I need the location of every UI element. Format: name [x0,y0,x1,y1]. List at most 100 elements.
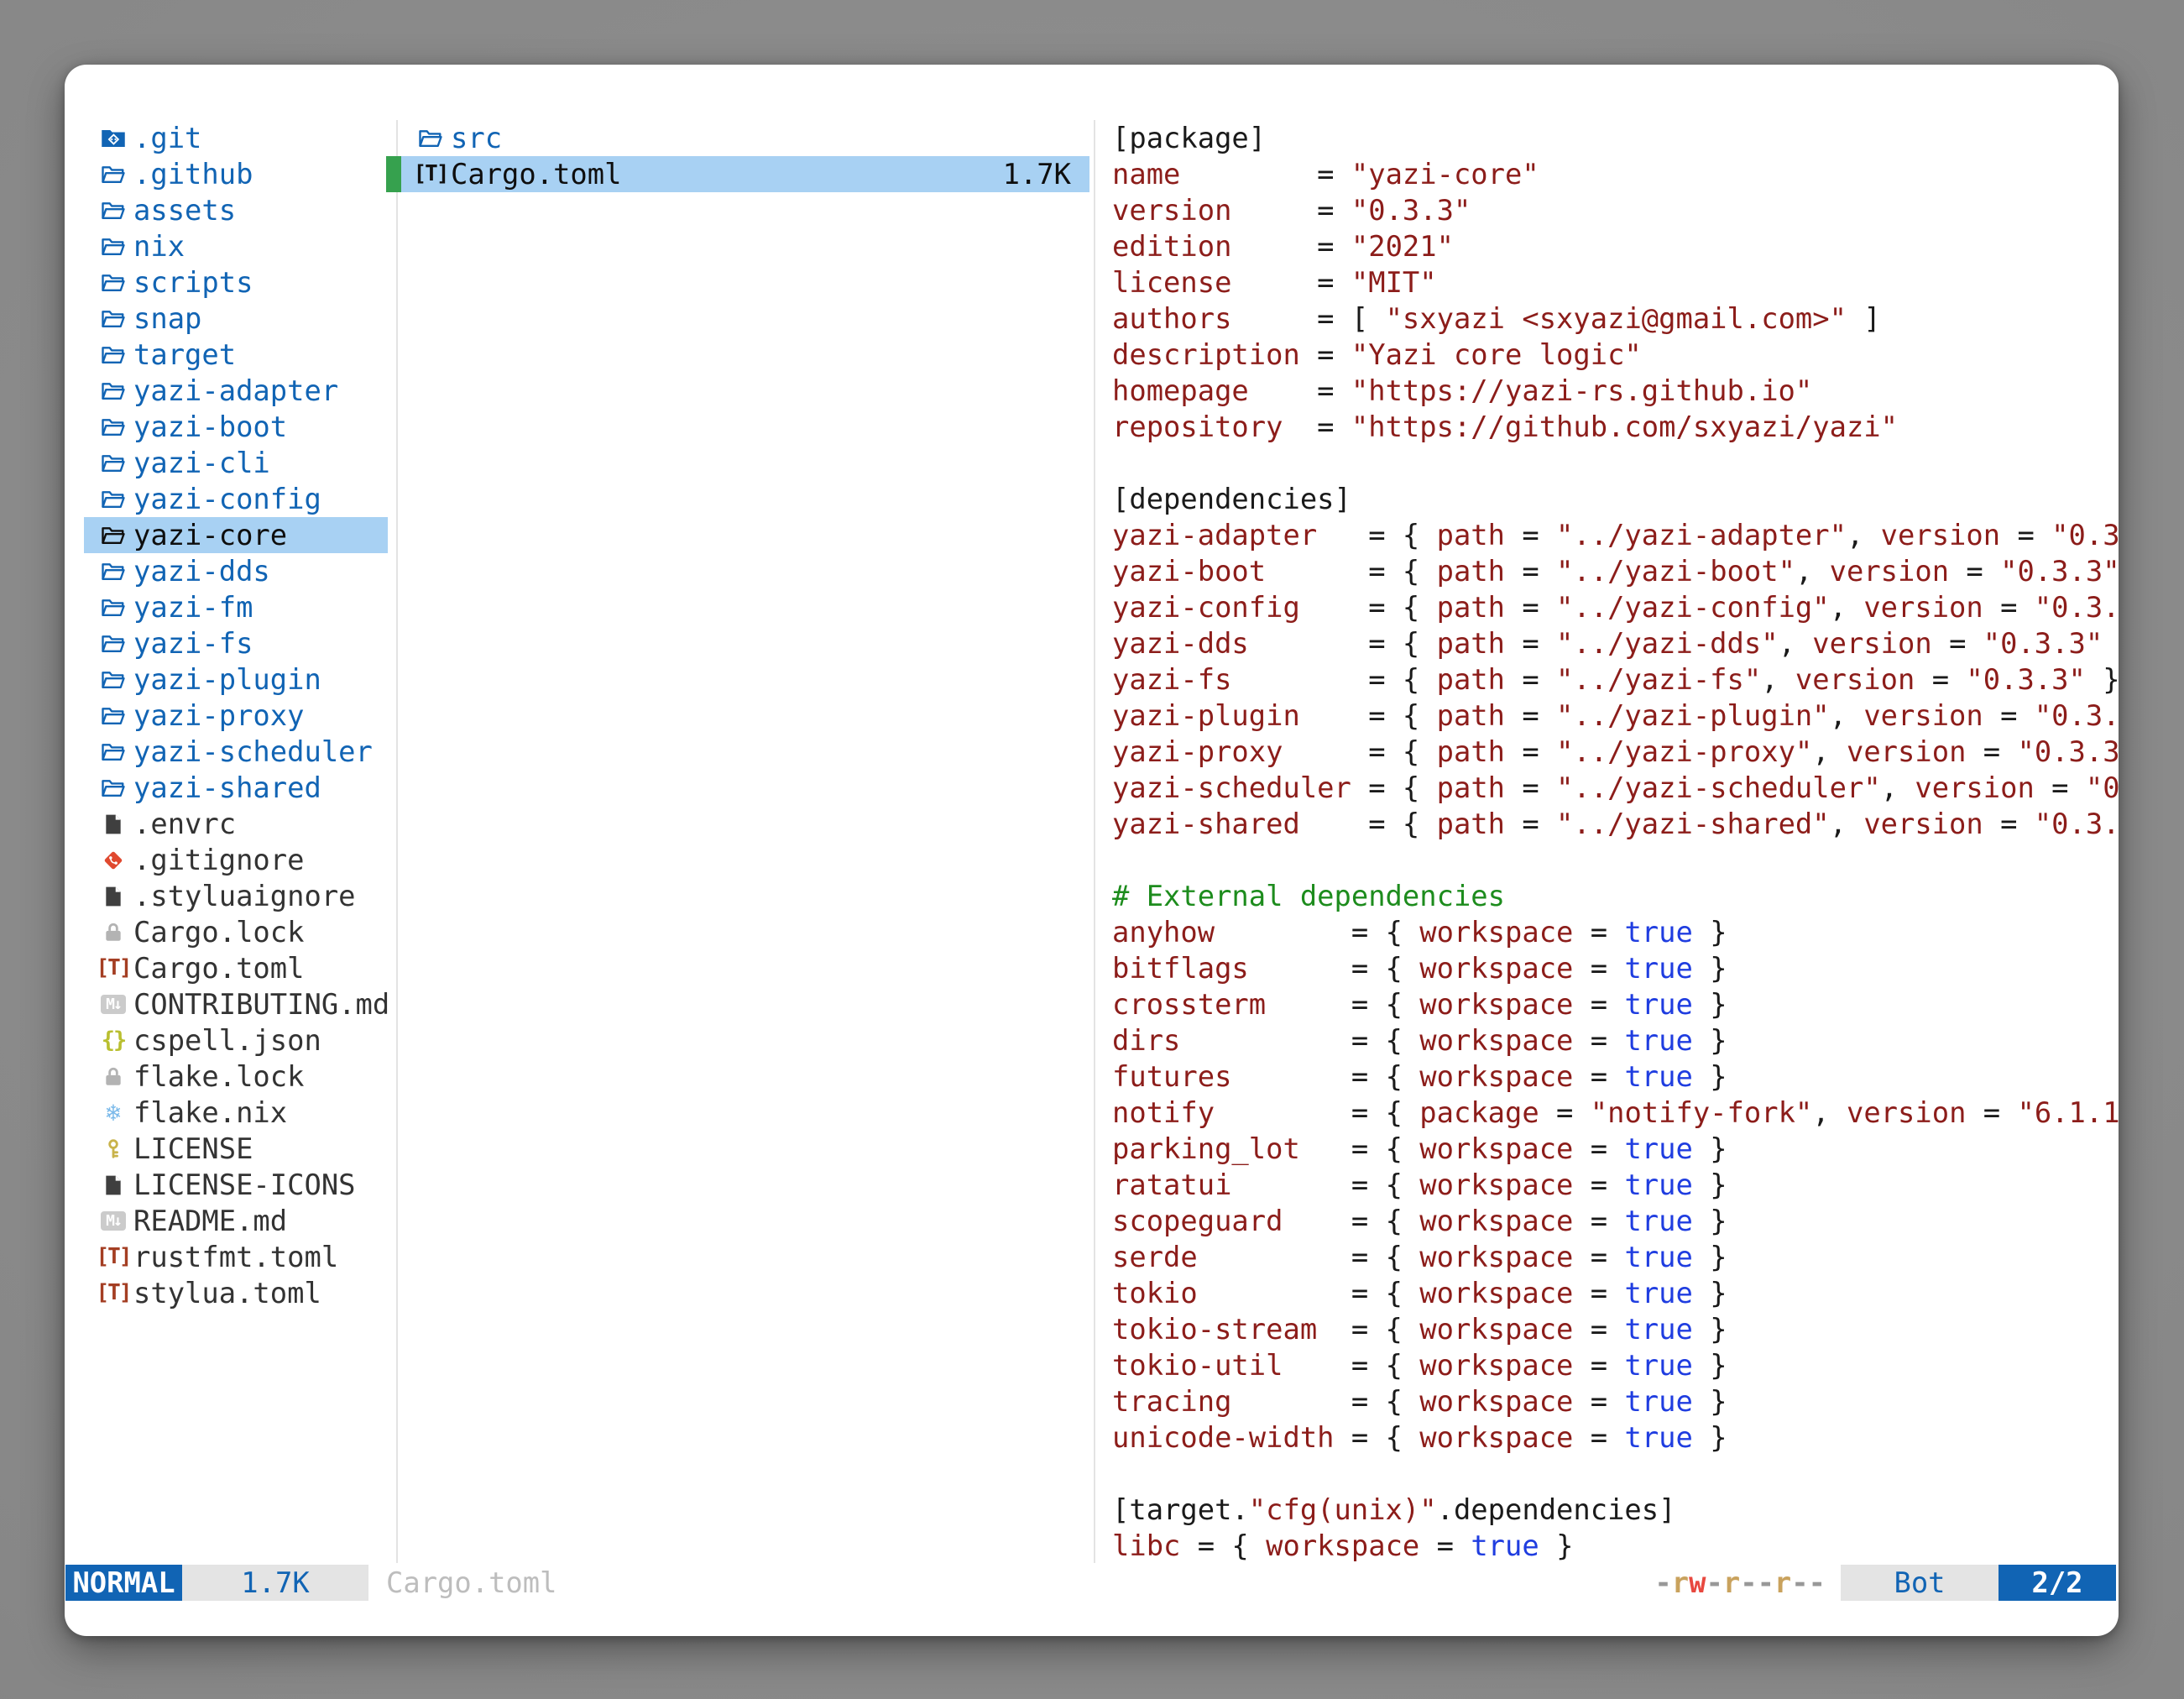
item-label: Cargo.toml [451,156,621,192]
folder-open-icon [101,342,126,368]
selection-marker [386,156,401,192]
parent-dir-item[interactable]: ❄flake.nix [84,1095,388,1131]
parent-dir-item[interactable]: [T]Cargo.toml [84,950,388,986]
preview-line: yazi-shared = { path = "../yazi-shared",… [1112,806,2119,842]
parent-dir-item[interactable]: yazi-plugin [84,661,388,698]
preview-pane[interactable]: [package]name = "yazi-core"version = "0.… [1112,120,2119,1564]
parent-dir-item[interactable]: .git [84,120,388,156]
parent-dir-item[interactable]: [T]rustfmt.toml [84,1239,388,1275]
folder-open-icon [101,595,126,620]
folder-open-icon [101,306,126,332]
parent-dir-item[interactable]: yazi-proxy [84,698,388,734]
item-label: .gitignore [133,842,304,878]
parent-dir-item[interactable]: LICENSE [84,1131,388,1167]
preview-line: [package] [1112,120,2119,156]
git-folder-icon [101,126,126,151]
parent-dir-item[interactable]: yazi-shared [84,770,388,806]
parent-dir-item[interactable]: Cargo.lock [84,914,388,950]
toml-icon: [T] [101,1245,126,1270]
preview-line: tokio-util = { workspace = true } [1112,1347,2119,1383]
parent-dir-item[interactable]: yazi-fm [84,589,388,625]
folder-open-icon [101,703,126,729]
parent-dir-item[interactable]: yazi-cli [84,445,388,481]
folder-open-icon [101,559,126,584]
status-bar: NORMAL 1.7K Cargo.toml -rw-r--r-- Bot 2/… [65,1565,2119,1601]
parent-dir-item[interactable]: yazi-core [84,517,388,553]
parent-dir-item[interactable]: .envrc [84,806,388,842]
toml-icon: [T] [101,956,126,981]
file-icon [101,812,126,837]
item-label: yazi-fm [133,589,253,625]
preview-line: description = "Yazi core logic" [1112,337,2119,373]
preview-line: parking_lot = { workspace = true } [1112,1131,2119,1167]
preview-line: tokio-stream = { workspace = true } [1112,1311,2119,1347]
snowflake-icon: ❄ [101,1100,126,1126]
parent-dir-item[interactable]: target [84,337,388,373]
item-label: snap [133,301,201,337]
file-row[interactable]: [T]Cargo.toml1.7K [386,156,1089,192]
item-label: cspell.json [133,1022,321,1059]
folder-open-icon [101,415,126,440]
folder-open-icon [101,631,126,656]
preview-line: tracing = { workspace = true } [1112,1383,2119,1419]
parent-dir-item[interactable]: scripts [84,264,388,301]
parent-dir-item[interactable]: .github [84,156,388,192]
preview-line: tokio = { workspace = true } [1112,1275,2119,1311]
status-filename: Cargo.toml [386,1565,556,1601]
item-label: yazi-dds [133,553,270,589]
item-label: .styluaignore [133,878,356,914]
parent-dir-item[interactable]: yazi-scheduler [84,734,388,770]
file-index-badge: 2/2 [1999,1565,2116,1601]
parent-dir-item[interactable]: {} cspell.json [84,1022,388,1059]
preview-line: anyhow = { workspace = true } [1112,914,2119,950]
preview-line: authors = [ "sxyazi <sxyazi@gmail.com>" … [1112,301,2119,337]
parent-dir-item[interactable]: yazi-fs [84,625,388,661]
preview-line: dirs = { workspace = true } [1112,1022,2119,1059]
parent-dir-item[interactable]: .gitignore [84,842,388,878]
folder-open-icon [101,162,126,187]
file-row[interactable]: src [386,120,1089,156]
folder-open-icon [101,523,126,548]
parent-dir-item[interactable]: LICENSE-ICONS [84,1167,388,1203]
json-icon: {} [101,1028,126,1053]
parent-dir-item[interactable]: snap [84,301,388,337]
item-label: yazi-adapter [133,373,338,409]
file-icon [101,884,126,909]
preview-line: crossterm = { workspace = true } [1112,986,2119,1022]
preview-line: notify = { package = "notify-fork", vers… [1112,1095,2119,1131]
folder-open-icon [101,667,126,693]
parent-dir-item[interactable]: yazi-adapter [84,373,388,409]
pane-divider-left [396,120,398,1563]
parent-dir-item[interactable]: [T]stylua.toml [84,1275,388,1311]
preview-line: libc = { workspace = true } [1112,1528,2119,1564]
parent-dir-item[interactable]: yazi-boot [84,409,388,445]
file-icon [101,1173,126,1198]
parent-dir-item[interactable]: flake.lock [84,1059,388,1095]
preview-line: yazi-dds = { path = "../yazi-dds", versi… [1112,625,2119,661]
parent-dir-item[interactable]: M↓CONTRIBUTING.md [84,986,388,1022]
parent-dir-item[interactable]: assets [84,192,388,228]
parent-dir-item[interactable]: .styluaignore [84,878,388,914]
preview-line: name = "yazi-core" [1112,156,2119,192]
parent-dir-item[interactable]: M↓README.md [84,1203,388,1239]
folder-open-icon [101,451,126,476]
folder-open-icon [101,234,126,259]
selection-marker [386,120,401,156]
preview-line: repository = "https://github.com/sxyazi/… [1112,409,2119,445]
preview-line: serde = { workspace = true } [1112,1239,2119,1275]
git-icon [101,848,126,873]
item-label: Cargo.lock [133,914,304,950]
mode-badge: NORMAL [65,1565,182,1601]
file-permissions: -rw-r--r-- [1654,1565,1826,1601]
parent-dir-item[interactable]: nix [84,228,388,264]
item-label: .github [133,156,253,192]
preview-line: license = "MIT" [1112,264,2119,301]
preview-line: yazi-boot = { path = "../yazi-boot", ver… [1112,553,2119,589]
item-label: .envrc [133,806,236,842]
lock-icon [101,920,126,945]
parent-dir-item[interactable]: yazi-config [84,481,388,517]
parent-dir-item[interactable]: yazi-dds [84,553,388,589]
item-label: yazi-boot [133,409,287,445]
pane-divider-right [1094,120,1095,1563]
preview-line [1112,1456,2119,1492]
